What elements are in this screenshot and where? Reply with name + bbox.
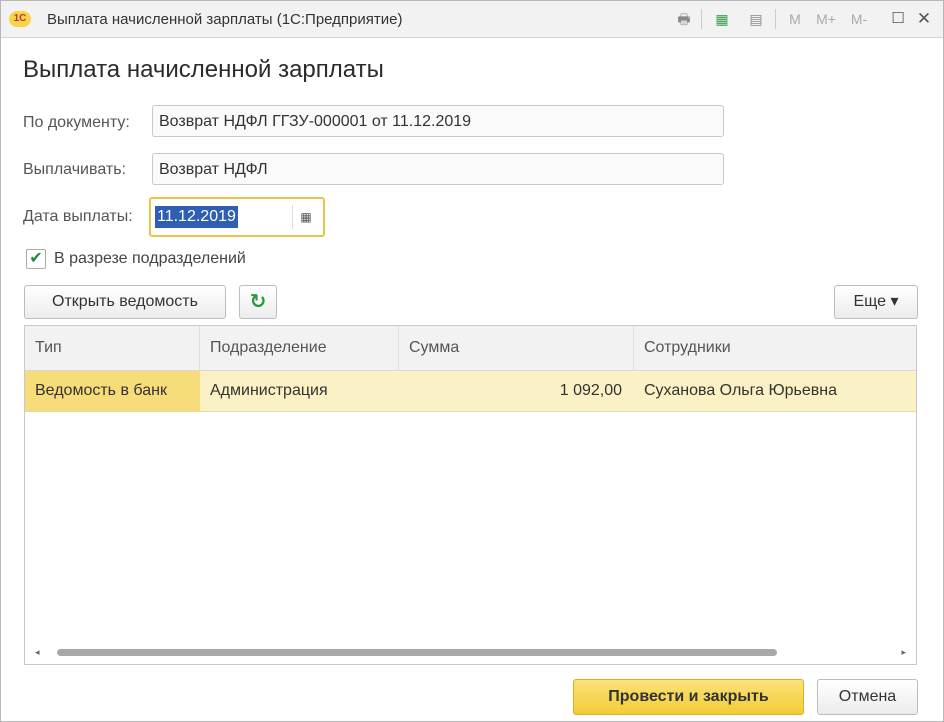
cell-type[interactable]: Ведомость в банк bbox=[25, 371, 200, 411]
date-label: Дата выплаты: bbox=[23, 208, 133, 225]
date-field[interactable]: 11.12.2019 ▦ bbox=[149, 197, 325, 237]
title-bar: 1С Выплата начисленной зарплаты (1С:Пред… bbox=[1, 1, 943, 38]
scroll-left-icon[interactable]: ◂ bbox=[35, 646, 40, 658]
maximize-icon[interactable]: ☐ bbox=[889, 10, 907, 28]
pay-field[interactable]: Возврат НДФЛ bbox=[152, 153, 724, 185]
date-value[interactable]: 11.12.2019 bbox=[155, 206, 238, 228]
column-header-employees[interactable]: Сотрудники bbox=[634, 326, 916, 370]
calculator-icon[interactable]: ▦ bbox=[711, 10, 733, 28]
table-row[interactable]: Ведомость в банк Администрация 1 092,00 … bbox=[25, 371, 916, 412]
horizontal-scrollbar[interactable]: ◂ ▸ bbox=[35, 646, 906, 658]
m-minus-button[interactable]: M- bbox=[847, 10, 871, 28]
open-statement-button[interactable]: Открыть ведомость bbox=[24, 285, 226, 319]
app-logo: 1С bbox=[9, 11, 31, 27]
dialog-window: 1С Выплата начисленной зарплаты (1С:Пред… bbox=[0, 0, 944, 722]
column-header-amount[interactable]: Сумма bbox=[399, 326, 634, 370]
calendar-icon[interactable]: ▤ bbox=[745, 10, 767, 28]
scroll-thumb[interactable] bbox=[57, 649, 777, 656]
close-icon[interactable]: ✕ bbox=[915, 10, 933, 28]
column-header-department[interactable]: Подразделение bbox=[200, 326, 399, 370]
post-and-close-button[interactable]: Провести и закрыть bbox=[573, 679, 804, 715]
form-title: Выплата начисленной зарплаты bbox=[23, 56, 384, 83]
table-header: Тип Подразделение Сумма Сотрудники bbox=[25, 326, 916, 371]
more-button[interactable]: Еще ▾ bbox=[834, 285, 918, 319]
m-plus-button[interactable]: M+ bbox=[813, 10, 839, 28]
by-department-checkbox[interactable]: ✔ bbox=[26, 249, 46, 269]
scroll-right-icon[interactable]: ▸ bbox=[901, 646, 906, 658]
pay-label: Выплачивать: bbox=[23, 161, 126, 178]
m-button[interactable]: M bbox=[785, 10, 805, 28]
statements-table: Тип Подразделение Сумма Сотрудники Ведом… bbox=[24, 325, 917, 665]
cancel-button[interactable]: Отмена bbox=[817, 679, 918, 715]
cell-employees[interactable]: Суханова Ольга Юрьевна bbox=[634, 371, 916, 411]
by-department-label[interactable]: В разрезе подразделений bbox=[54, 250, 246, 268]
refresh-button[interactable]: ↻ bbox=[239, 285, 277, 319]
window-title: Выплата начисленной зарплаты (1С:Предпри… bbox=[47, 11, 403, 28]
cell-department[interactable]: Администрация bbox=[200, 371, 399, 411]
column-header-type[interactable]: Тип bbox=[25, 326, 200, 370]
document-field[interactable]: Возврат НДФЛ ГГЗУ-000001 от 11.12.2019 bbox=[152, 105, 724, 137]
cell-amount[interactable]: 1 092,00 bbox=[399, 371, 634, 411]
calendar-picker-icon[interactable]: ▦ bbox=[292, 205, 319, 229]
printer-icon[interactable]: 🖶 bbox=[673, 10, 695, 28]
document-label: По документу: bbox=[23, 114, 130, 131]
